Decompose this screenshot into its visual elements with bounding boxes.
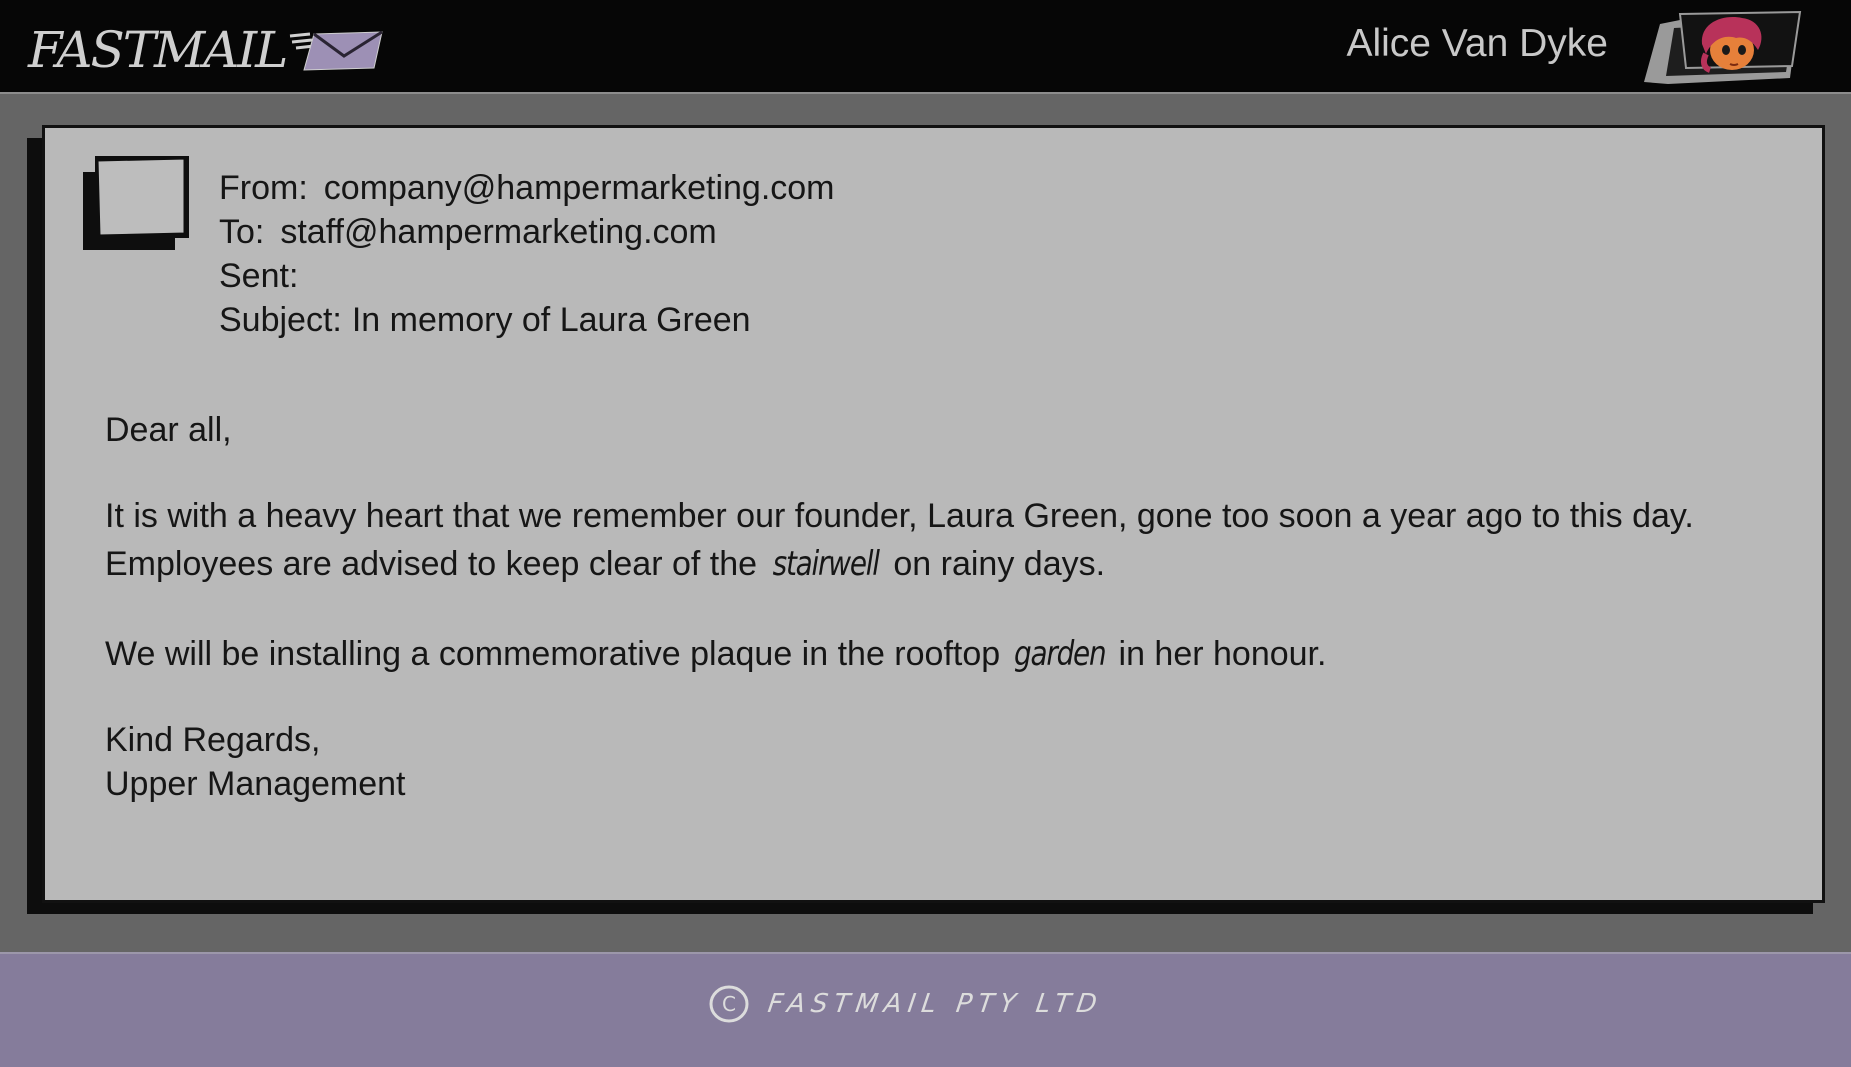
from-row: From: company@hampermarketing.com <box>219 166 835 210</box>
to-value[interactable]: staff@hampermarketing.com <box>280 210 716 254</box>
email-headers: From: company@hampermarketing.com To: st… <box>219 166 835 342</box>
paragraph-1-line-2: Employees are advised to keep clear of t… <box>105 540 1694 588</box>
subject-label: Subject: <box>219 301 342 339</box>
to-label: To: <box>219 213 265 251</box>
handwritten-word-stairwell: stairwell <box>772 544 879 584</box>
signoff: Kind Regards, <box>105 721 321 759</box>
copyright-symbol: C <box>722 992 736 1016</box>
footer-copyright: C FASTMAIL PTY LTD <box>708 984 1105 1024</box>
from-value[interactable]: company@hampermarketing.com <box>324 166 835 210</box>
to-row: To: staff@hampermarketing.com <box>219 210 835 254</box>
sent-label: Sent: <box>219 257 299 295</box>
para1-line2-after: on rainy days. <box>883 545 1106 583</box>
footer-text: FASTMAIL PTY LTD <box>765 989 1105 1019</box>
para2-before: We will be installing a commemorative pl… <box>105 635 1010 673</box>
handwritten-word-garden: garden <box>1013 634 1107 674</box>
app-logo[interactable]: FASTMAIL <box>28 18 384 82</box>
sent-row: Sent: <box>219 254 835 298</box>
para2-after: in her honour. <box>1109 635 1327 673</box>
from-label: From: <box>219 169 308 207</box>
signature: Upper Management <box>105 765 406 803</box>
subject-row: Subject: In memory of Laura Green <box>219 298 835 342</box>
user-name[interactable]: Alice Van Dyke <box>1346 22 1608 66</box>
user-avatar[interactable] <box>1640 10 1802 88</box>
para1-line2-before: Employees are advised to keep clear of t… <box>105 545 767 583</box>
email-body: Dear all, It is with a heavy heart that … <box>105 406 1694 806</box>
logo-text: FASTMAIL <box>28 21 288 79</box>
paragraph-2: We will be installing a commemorative pl… <box>105 630 1694 678</box>
top-bar: FASTMAIL Alice Van Dyke <box>0 0 1851 94</box>
greeting: Dear all, <box>105 411 232 449</box>
paragraph-1-line-1: It is with a heavy heart that we remembe… <box>105 497 1694 535</box>
footer: C FASTMAIL PTY LTD <box>0 952 1851 1067</box>
copyright-icon: C <box>709 985 749 1023</box>
envelope-icon <box>290 30 384 71</box>
subject-value: In memory of Laura Green <box>351 301 751 339</box>
mail-card: From: company@hampermarketing.com To: st… <box>42 125 1825 903</box>
sender-avatar-placeholder-icon <box>83 156 189 250</box>
avatar-frame-icon <box>1644 10 1802 84</box>
